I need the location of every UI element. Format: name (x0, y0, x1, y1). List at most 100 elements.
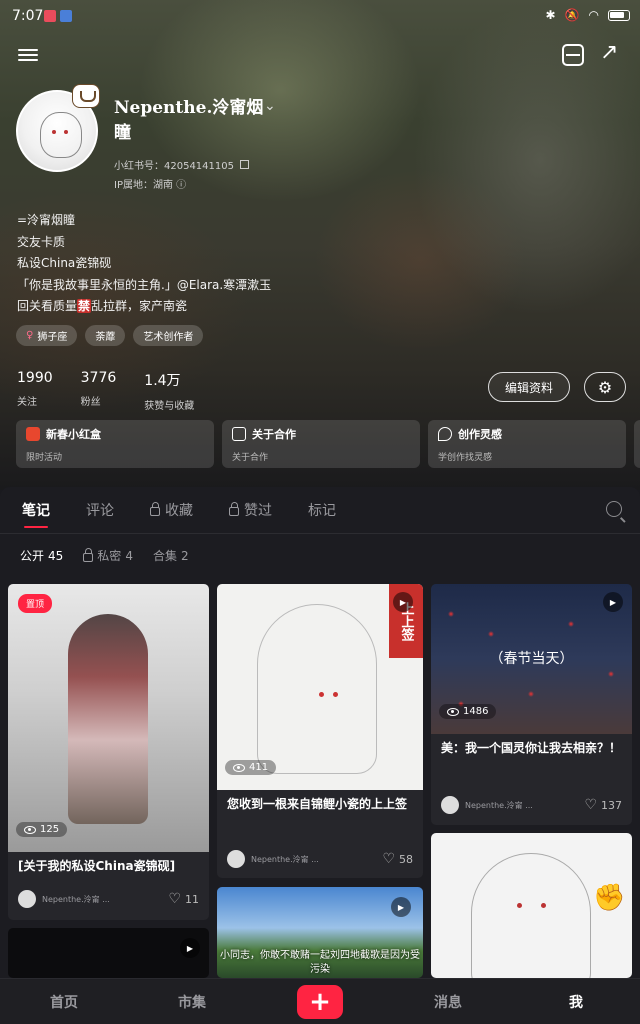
profile-header: 7:07 ✱ 🔕 ◠ ↗ Nepenthe.泠甯烟瞳 ⌄ 小红书号：420541… (0, 0, 640, 490)
author-avatar (441, 796, 459, 814)
profile-stats: 1990 关注 3776 粉丝 1.4万 获赞与收藏 (17, 370, 222, 412)
bio-line: 交友卡质 (17, 234, 66, 249)
note-meta: Nepenthe.泠甯 ... ♡ 11 (18, 890, 199, 908)
bio-line: 回关看质量禁乱拉群，家产南瓷 (17, 299, 188, 313)
stat-followers[interactable]: 3776 粉丝 (81, 370, 117, 412)
share-icon[interactable]: ↗ (600, 40, 626, 68)
avatar-pendant-icon (72, 84, 100, 108)
note-title: [关于我的私设China瓷锦砚] (18, 859, 176, 873)
lock-icon (229, 502, 239, 516)
play-icon: ▶ (603, 592, 623, 612)
nav-messages[interactable]: 消息 (384, 992, 512, 1012)
tab-comments[interactable]: 评论 (86, 500, 114, 520)
eye-icon (447, 707, 459, 716)
eye-icon (24, 825, 36, 834)
fist-emoji-icon: ✊ (593, 883, 626, 913)
lock-icon (150, 502, 160, 516)
note-card[interactable]: ✊ (431, 833, 632, 978)
nav-me[interactable]: 我 (512, 992, 640, 1012)
divider (0, 533, 640, 534)
heart-icon: ♡ (382, 851, 395, 867)
card-more[interactable] (634, 420, 640, 468)
note-card[interactable]: ▶ 小同志，你敢不敢赌一起刘四地截歌是因为受污染 (217, 887, 423, 978)
rednote-id: 小红书号：42054141105 (114, 157, 249, 172)
note-title: 您收到一根来自锦鲤小瓷的上上签 (227, 797, 408, 811)
heart-icon: ♡ (584, 797, 597, 813)
author-name: Nepenthe.泠甯 ... (42, 894, 110, 904)
chevron-down-icon[interactable]: ⌄ (264, 98, 276, 114)
bluetooth-icon: ✱ (545, 8, 556, 22)
filter-public[interactable]: 公开 45 (20, 547, 63, 564)
view-count: 411 (225, 760, 277, 775)
rednote-id-text: 小红书号：42054141105 (114, 161, 234, 172)
create-post-button[interactable]: + (297, 984, 343, 1019)
nickname: Nepenthe.泠甯烟瞳 (114, 98, 264, 143)
qrcode-icon[interactable] (240, 160, 249, 169)
note-meta: Nepenthe.泠甯 ... ♡ 137 (441, 796, 622, 814)
like-button[interactable]: ♡ 58 (382, 851, 413, 867)
note-image: （春节当天） ▶ 1486 (431, 584, 632, 734)
settings-button[interactable]: ⚙ (584, 372, 626, 402)
tag-flower[interactable]: 荼蘼 (85, 325, 126, 346)
menu-icon[interactable] (18, 46, 38, 64)
like-button[interactable]: ♡ 11 (168, 891, 199, 907)
nav-market[interactable]: 市集 (128, 992, 256, 1012)
note-card[interactable]: （春节当天） ▶ 1486 美：我一个国灵你让我去相亲？！ Nepenthe.泠… (431, 584, 632, 825)
cooperation-icon (232, 427, 246, 441)
note-card[interactable]: 上上签 ▶ 411 您收到一根来自锦鲤小瓷的上上签 Nepenthe.泠甯 ..… (217, 584, 423, 878)
gift-icon (26, 427, 40, 441)
author-name: Nepenthe.泠甯 ... (251, 854, 319, 864)
tab-marked[interactable]: 标记 (308, 500, 336, 520)
eye-icon (233, 763, 245, 772)
location-icon (438, 427, 452, 441)
video-subtitle: 小同志，你敢不敢赌一起刘四地截歌是因为受污染 (220, 950, 420, 975)
note-card[interactable]: 置顶 125 [关于我的私设China瓷锦砚] Nepenthe.泠甯 ... … (8, 584, 209, 920)
stat-following[interactable]: 1990 关注 (17, 370, 53, 412)
card-cooperation[interactable]: 关于合作 关于合作 (222, 420, 420, 468)
filter-albums[interactable]: 合集 2 (153, 547, 189, 564)
mute-icon: 🔕 (564, 8, 580, 22)
edit-profile-button[interactable]: 编辑资料 (488, 372, 570, 402)
stat-likes-saves[interactable]: 1.4万 获赞与收藏 (144, 370, 194, 412)
author-name: Nepenthe.泠甯 ... (465, 800, 533, 810)
gear-icon: ⚙ (597, 377, 613, 397)
heart-icon: ♡ (168, 891, 181, 907)
bio-line: =泠甯烟瞳 (17, 213, 76, 227)
note-meta: Nepenthe.泠甯 ... ♡ 58 (227, 850, 413, 868)
bio: =泠甯烟瞳 交友卡质 私设China瓷锦砚 「你是我故事里永恒的主角.」@Ela… (17, 210, 271, 318)
battery-icon (608, 9, 630, 21)
notification-app-icon (60, 10, 72, 22)
play-icon: ▶ (393, 592, 413, 612)
filter-private[interactable]: 私密 4 (83, 547, 133, 564)
note-image: 置顶 125 (8, 584, 209, 852)
search-icon[interactable] (606, 501, 622, 517)
tab-liked[interactable]: 赞过 (229, 500, 272, 520)
nav-home[interactable]: 首页 (0, 992, 128, 1012)
tab-notes[interactable]: 笔记 (22, 500, 50, 528)
notification-app-icon (44, 10, 56, 22)
view-count: 125 (16, 822, 68, 837)
play-icon: ▶ (391, 897, 411, 917)
female-icon: ♀ (26, 330, 34, 341)
note-image: 上上签 ▶ 411 (217, 584, 423, 790)
play-icon: ▶ (180, 938, 200, 958)
card-new-year-box[interactable]: 新春小红盒 限时活动 (16, 420, 214, 468)
scan-icon[interactable] (562, 44, 584, 66)
tag-creator[interactable]: 艺术创作者 (133, 325, 204, 346)
bottom-nav: 首页 市集 + 消息 我 (0, 978, 640, 1024)
note-card[interactable]: ▶ (8, 928, 209, 978)
pinned-badge: 置顶 (18, 594, 53, 613)
author-avatar (18, 890, 36, 908)
card-inspiration[interactable]: 创作灵感 学创作找灵感 (428, 420, 626, 468)
ip-location: IP属地：湖南 ⓘ (114, 180, 187, 191)
tab-collections[interactable]: 收藏 (150, 500, 193, 520)
lock-icon (83, 547, 94, 562)
tag-zodiac[interactable]: ♀ 狮子座 (16, 325, 78, 346)
content-tabs: 笔记 评论 收藏 赞过 标记 (0, 487, 640, 533)
note-filters: 公开 45 私密 4 合集 2 (20, 547, 189, 564)
note-title: 美：我一个国灵你让我去相亲？！ (441, 741, 622, 755)
author-avatar (227, 850, 245, 868)
like-button[interactable]: ♡ 137 (584, 797, 622, 813)
view-count: 1486 (439, 704, 497, 719)
status-bar: 7:07 ✱ 🔕 ◠ (0, 0, 640, 32)
